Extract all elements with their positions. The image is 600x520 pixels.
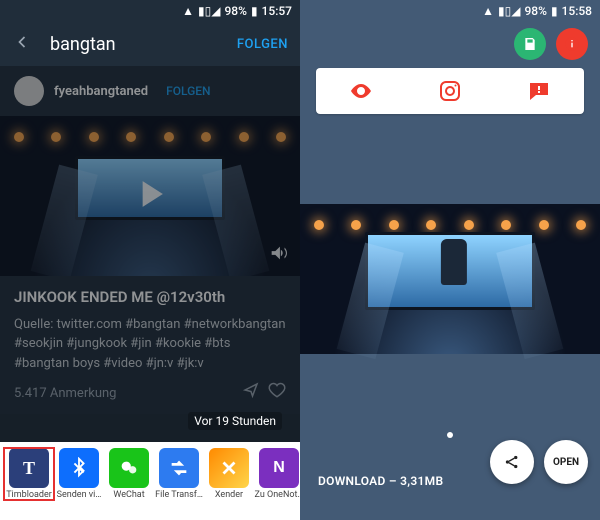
share-item-bluetooth[interactable]: Senden vi… (54, 448, 104, 500)
share-label: Timbloader (6, 490, 52, 500)
post-body: JINKOOK ENDED ME @12v30th Quelle: twitte… (0, 276, 300, 414)
post-username[interactable]: fyeahbangtaned (54, 84, 148, 99)
feed: fyeahbangtaned FOLGEN JINKOOK ENDED ME @… (0, 66, 300, 520)
post-header: fyeahbangtaned FOLGEN (0, 66, 300, 116)
battery-percent: 98% (224, 4, 246, 18)
battery-icon: ▮ (251, 4, 258, 18)
post-source: Quelle: twitter.com #bangtan #networkban… (14, 315, 286, 374)
info-button[interactable] (556, 28, 588, 60)
wechat-icon (109, 448, 149, 488)
share-label: Xender (215, 490, 243, 500)
wifi-icon: ▲ (182, 4, 194, 18)
share-label: WeChat (113, 490, 144, 500)
page-title: bangtan (50, 34, 237, 55)
share-label: Zu OneNot… (255, 490, 300, 500)
back-icon[interactable] (12, 32, 32, 56)
phone-left: ▲ ▮▯◢ 98% ▮ 15:57 bangtan FOLGEN fyeahba… (0, 0, 300, 520)
post-meta: 5.417 Anmerkung (14, 381, 286, 406)
note-count[interactable]: 5.417 Anmerkung (14, 384, 116, 404)
instagram-icon (438, 79, 462, 103)
download-label: DOWNLOAD – 3,31MB (318, 474, 443, 488)
play-icon[interactable] (128, 172, 172, 220)
battery-percent: 98% (524, 4, 546, 18)
alert-icon (527, 79, 551, 103)
clock: 15:57 (262, 4, 292, 18)
status-bar: ▲ ▮▯◢ 98% ▮ 15:57 (0, 0, 300, 22)
status-bar: ▲ ▮▯◢ 98% ▮ 15:58 (300, 0, 600, 22)
sound-icon[interactable] (268, 242, 290, 268)
avatar[interactable] (14, 76, 44, 106)
info-icon (564, 36, 580, 52)
share-sheet[interactable]: T Timbloader Senden vi… WeChat File Tran… (0, 442, 300, 520)
save-button[interactable] (514, 28, 546, 60)
bluetooth-icon (59, 448, 99, 488)
signal-icon: ▮▯◢ (198, 4, 220, 18)
view-tab[interactable] (316, 79, 405, 103)
instagram-tab[interactable] (405, 79, 494, 103)
share-label: File Transf… (155, 490, 203, 500)
wifi-icon: ▲ (482, 4, 494, 18)
open-fab[interactable]: OPEN (544, 440, 588, 484)
share-item-xender[interactable]: Xender (204, 448, 254, 500)
eye-icon (349, 79, 373, 103)
battery-icon: ▮ (551, 4, 558, 18)
timbloader-icon: T (9, 448, 49, 488)
onenote-icon: N (259, 448, 299, 488)
app-bar: bangtan FOLGEN (0, 22, 300, 66)
share-label: Senden vi… (57, 490, 102, 500)
share-item-filetransfer[interactable]: File Transf… (154, 448, 204, 500)
share-icon (503, 453, 521, 471)
video-thumbnail[interactable] (0, 116, 300, 276)
top-actions (300, 22, 600, 68)
share-fab[interactable] (490, 440, 534, 484)
page-indicator (447, 432, 453, 438)
follow-button[interactable]: FOLGEN (237, 37, 288, 52)
open-label: OPEN (553, 457, 579, 468)
post-title: JINKOOK ENDED ME @12v30th (14, 286, 286, 309)
heart-icon[interactable] (268, 381, 286, 406)
post-follow-button[interactable]: FOLGEN (166, 84, 210, 98)
fab-row: OPEN (490, 440, 588, 484)
phone-right: ▲ ▮▯◢ 98% ▮ 15:58 (300, 0, 600, 520)
save-icon (522, 36, 538, 52)
action-bar (316, 68, 584, 114)
share-item-wechat[interactable]: WeChat (104, 448, 154, 500)
share-item-onenote[interactable]: N Zu OneNot… (254, 448, 300, 500)
post-timestamp: Vor 19 Stunden (188, 412, 282, 430)
xender-icon (209, 448, 249, 488)
signal-icon: ▮▯◢ (498, 4, 520, 18)
share-item-timbloader[interactable]: T Timbloader (4, 448, 54, 500)
share-icon[interactable] (242, 381, 260, 406)
media-preview[interactable] (300, 204, 600, 354)
clock: 15:58 (562, 4, 592, 18)
report-tab[interactable] (495, 79, 584, 103)
file-transfer-icon (159, 448, 199, 488)
